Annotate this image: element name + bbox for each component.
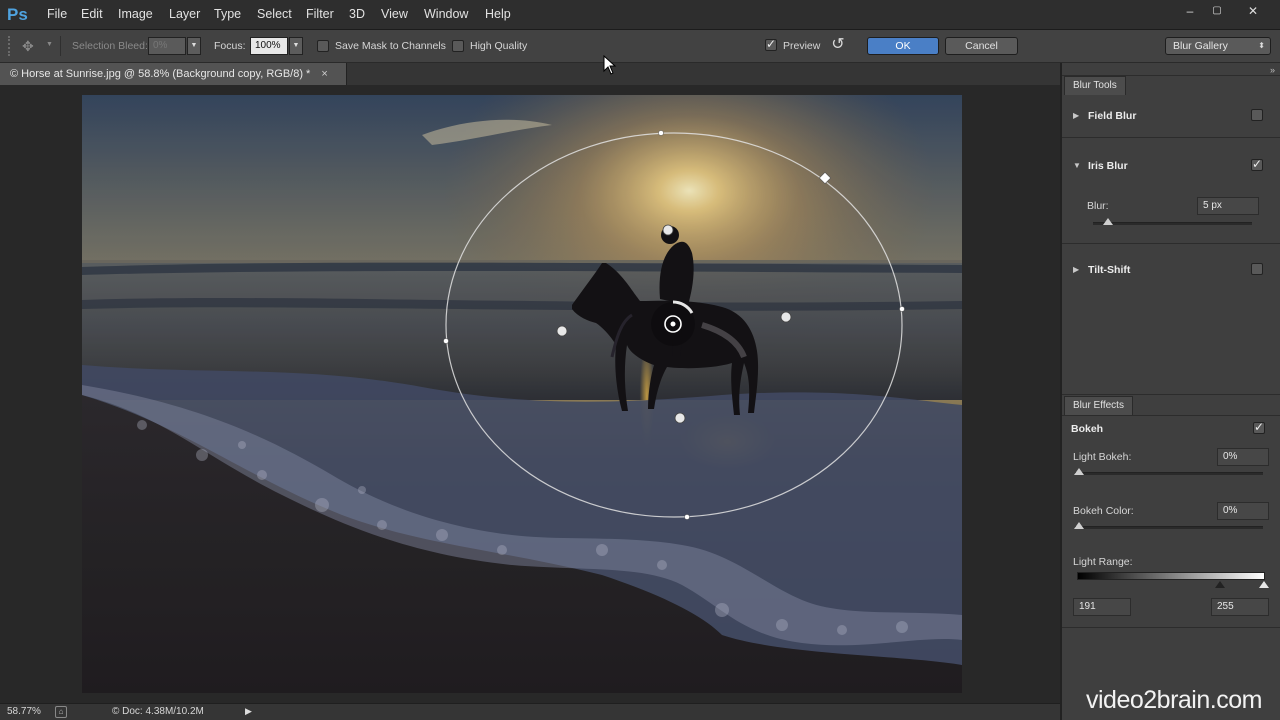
status-menu-arrow-icon[interactable]: ▶ <box>245 706 252 717</box>
light-range-gradient[interactable] <box>1077 572 1265 580</box>
menu-image[interactable]: Image <box>118 7 153 21</box>
blur-gallery-panel: » Blur Tools ▶ Field Blur ▼ Iris Blur Bl… <box>1060 63 1280 720</box>
bokeh-color-slider[interactable] <box>1075 526 1263 529</box>
light-bokeh-slider-thumb[interactable] <box>1074 468 1084 475</box>
grip-handle <box>8 36 10 56</box>
light-bokeh-label: Light Bokeh: <box>1073 451 1132 463</box>
field-blur-label[interactable]: Field Blur <box>1088 110 1136 122</box>
menu-select[interactable]: Select <box>257 7 292 21</box>
selection-bleed-field[interactable]: 0% <box>148 37 186 55</box>
selection-bleed-label: Selection Bleed: <box>72 40 148 52</box>
bokeh-checkbox[interactable] <box>1253 420 1265 434</box>
document-tab-title: Horse at Sunrise.jpg @ 58.8% (Background… <box>21 68 311 80</box>
menu-type[interactable]: Type <box>214 7 241 21</box>
blur-amount-field[interactable]: 5 px <box>1197 197 1259 215</box>
restore-button[interactable]: ▢ <box>1203 2 1231 20</box>
menu-layer[interactable]: Layer <box>169 7 200 21</box>
field-blur-divider <box>1062 137 1280 138</box>
high-quality-checkbox[interactable] <box>452 40 464 52</box>
light-range-low-field[interactable]: 191 <box>1073 598 1131 616</box>
field-blur-checkbox[interactable] <box>1251 109 1263 121</box>
tool-preset-arrow-icon[interactable]: ▼ <box>46 41 53 48</box>
document-info: © Doc: 4.38M/10.2M <box>112 706 204 717</box>
iris-blur-divider <box>1062 243 1280 244</box>
options-bar: ✥ ▼ Selection Bleed: 0% ▼ Focus: 100% ▼ … <box>0 30 1280 63</box>
canvas-area <box>0 85 1060 703</box>
light-range-low-thumb[interactable] <box>1215 581 1225 588</box>
effects-tab-divider <box>1062 415 1280 416</box>
export-icon[interactable]: ⌂ <box>55 706 67 718</box>
tab-blur-tools[interactable]: Blur Tools <box>1064 76 1126 95</box>
menu-3d[interactable]: 3D <box>349 7 365 21</box>
status-bar: 58.77% ⌂ © Doc: 4.38M/10.2M ▶ <box>0 703 1060 720</box>
workspace-arrows-icon: ⬍ <box>1258 41 1265 50</box>
iris-blur-overlay[interactable] <box>82 95 962 693</box>
photoshop-logo: Ps <box>7 5 28 24</box>
tilt-shift-checkbox[interactable] <box>1251 263 1263 275</box>
mouse-cursor-icon <box>603 55 617 75</box>
menu-filter[interactable]: Filter <box>306 7 334 21</box>
close-window-button[interactable]: ✕ <box>1239 2 1267 20</box>
light-range-label: Light Range: <box>1073 556 1133 568</box>
menu-window[interactable]: Window <box>424 7 468 21</box>
minimize-button[interactable]: – <box>1176 2 1204 20</box>
save-mask-label: Save Mask to Channels <box>335 40 446 52</box>
focus-dropdown[interactable]: ▼ <box>289 37 303 55</box>
tilt-shift-label[interactable]: Tilt-Shift <box>1088 264 1130 276</box>
light-bokeh-slider[interactable] <box>1075 472 1263 475</box>
expand-field-blur-icon[interactable]: ▶ <box>1073 111 1079 120</box>
tab-blur-effects[interactable]: Blur Effects <box>1064 396 1133 415</box>
selection-bleed-dropdown[interactable]: ▼ <box>187 37 201 55</box>
reset-pins-icon[interactable]: ↺ <box>828 35 848 55</box>
bokeh-label: Bokeh <box>1071 423 1104 435</box>
photo-canvas[interactable] <box>82 95 962 693</box>
ok-button[interactable]: OK <box>867 37 939 55</box>
collapse-panel-icon[interactable]: » <box>1270 65 1275 75</box>
save-mask-checkbox[interactable] <box>317 40 329 52</box>
bokeh-color-field[interactable]: 0% <box>1217 502 1269 520</box>
document-tab-row: © Horse at Sunrise.jpg @ 58.8% (Backgrou… <box>0 63 1060 85</box>
light-range-high-field[interactable]: 255 <box>1211 598 1269 616</box>
workspace-value: Blur Gallery <box>1173 40 1228 52</box>
panel-section-divider <box>1062 394 1280 395</box>
cancel-button[interactable]: Cancel <box>945 37 1018 55</box>
menu-edit[interactable]: Edit <box>81 7 103 21</box>
focus-field[interactable]: 100% <box>250 37 288 55</box>
blur-amount-slider[interactable] <box>1093 222 1252 225</box>
light-range-high-thumb[interactable] <box>1259 581 1269 588</box>
pin-tool-icon[interactable]: ✥ <box>22 38 42 54</box>
bokeh-color-slider-thumb[interactable] <box>1074 522 1084 529</box>
collapse-iris-blur-icon[interactable]: ▼ <box>1073 161 1081 170</box>
blur-amount-slider-thumb[interactable] <box>1103 218 1113 225</box>
effects-bottom-divider <box>1062 627 1280 628</box>
close-tab-icon[interactable]: × <box>321 68 327 80</box>
iris-blur-checkbox[interactable] <box>1251 157 1263 171</box>
menu-view[interactable]: View <box>381 7 408 21</box>
menu-file[interactable]: File <box>47 7 67 21</box>
iris-blur-label[interactable]: Iris Blur <box>1088 160 1128 172</box>
document-tab[interactable]: © Horse at Sunrise.jpg @ 58.8% (Backgrou… <box>0 63 347 85</box>
light-bokeh-field[interactable]: 0% <box>1217 448 1269 466</box>
document-tab-icon: © <box>10 68 19 80</box>
high-quality-label: High Quality <box>470 40 528 52</box>
expand-tilt-shift-icon[interactable]: ▶ <box>1073 265 1079 274</box>
toolbar-divider <box>60 36 61 56</box>
focus-label: Focus: <box>214 40 246 52</box>
preview-label: Preview <box>783 40 821 52</box>
menu-bar: Ps File Edit Image Layer Type Select Fil… <box>0 0 1280 30</box>
blur-amount-label: Blur: <box>1087 200 1109 212</box>
menu-help[interactable]: Help <box>485 7 511 21</box>
zoom-level[interactable]: 58.77% <box>7 706 41 717</box>
bokeh-color-label: Bokeh Color: <box>1073 505 1134 517</box>
video2brain-watermark: video2brain.com <box>1086 686 1262 714</box>
preview-checkbox[interactable] <box>765 37 777 51</box>
workspace-dropdown[interactable]: Blur Gallery ⬍ <box>1165 37 1271 55</box>
